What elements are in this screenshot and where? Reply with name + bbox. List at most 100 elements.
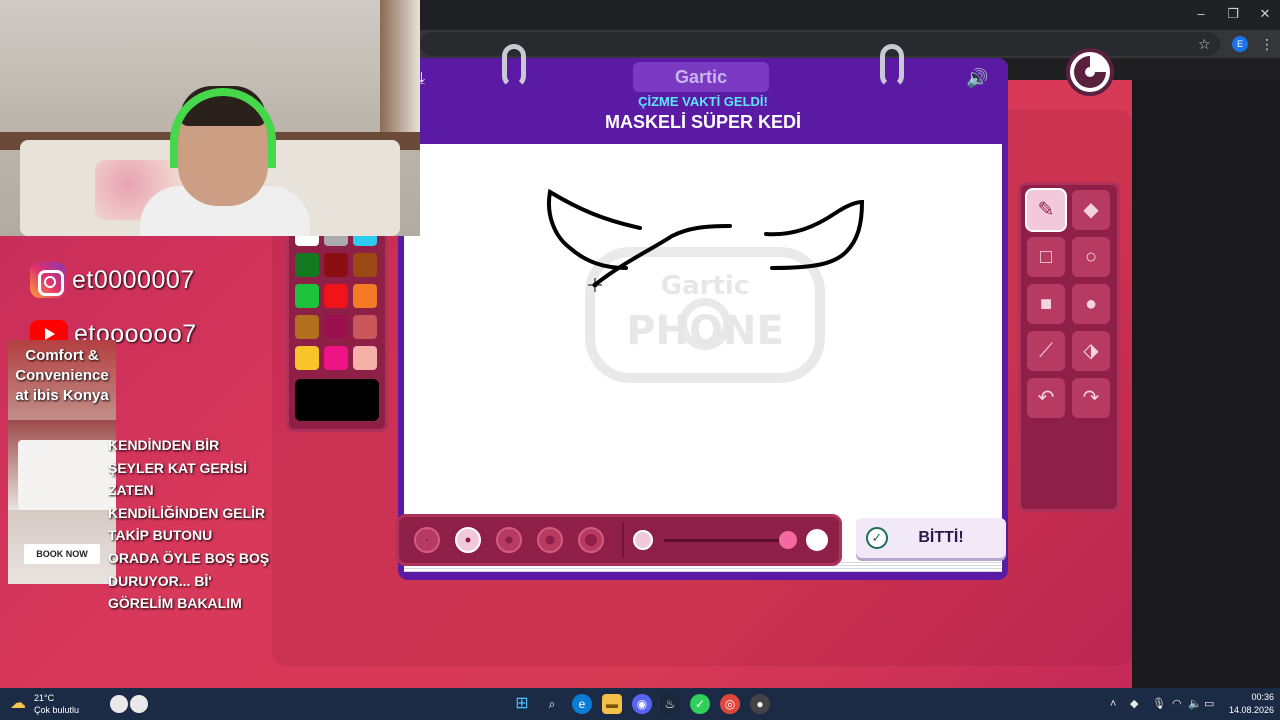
wifi-icon[interactable]: ◠	[1172, 696, 1182, 712]
book-now-button[interactable]: BOOK NOW	[24, 544, 100, 564]
redo-tool-icon[interactable]: ↷	[1072, 378, 1110, 418]
chevron-up-icon[interactable]: ˄	[1110, 696, 1116, 712]
color-swatch[interactable]	[353, 346, 377, 370]
widget-icon[interactable]	[110, 695, 128, 713]
restore-icon[interactable]: ❐	[1218, 4, 1248, 24]
chat-line: TAKİP BUTONU	[108, 527, 213, 544]
chat-line: KENDİNDEN BİR	[108, 437, 220, 453]
chat-line: DURUYOR... Bİ'	[108, 572, 212, 589]
gartic-phone-watermark: Gartic PHONE	[585, 247, 825, 383]
webcam-overlay	[0, 0, 420, 236]
chat-message: KENDİNDEN BİR ŞEYLER KAT GERİSİ ZATEN KE…	[108, 434, 278, 615]
opacity-slider-handle[interactable]	[779, 531, 797, 549]
color-swatch[interactable]	[353, 315, 377, 339]
ad-headline: Comfort & Convenience at ibis Konya	[15, 347, 109, 404]
gartic-logo: Gartic	[633, 62, 769, 92]
eraser-tool-icon[interactable]: ◆	[1072, 190, 1110, 230]
notebook-ring-left	[502, 44, 526, 88]
brush-size-dot	[426, 539, 428, 541]
color-swatch[interactable]	[295, 346, 319, 370]
opacity-slider-track[interactable]	[664, 539, 784, 542]
brush-size-option[interactable]	[496, 527, 522, 553]
brush-size-option[interactable]	[414, 527, 440, 553]
file-explorer-icon[interactable]: ▬	[602, 694, 622, 714]
app-icon[interactable]: ✓	[690, 694, 710, 714]
canvas-drawing: Gartic PHONE	[547, 188, 865, 383]
chat-line: GÖRELİM BAKALIM	[108, 595, 242, 612]
battery-icon[interactable]: ▭	[1204, 696, 1214, 712]
tray-app-icon[interactable]: ◆	[1130, 696, 1138, 712]
steam-icon[interactable]: ♨	[660, 694, 680, 714]
webcam-window	[380, 0, 420, 140]
weather-cloud-icon[interactable]: ☁	[10, 694, 30, 714]
color-swatch[interactable]	[324, 315, 348, 339]
clock-date[interactable]: 14.08.2026	[1222, 705, 1274, 715]
clock-time[interactable]: 00:36	[1230, 692, 1274, 702]
color-swatch[interactable]	[324, 284, 348, 308]
minimize-icon[interactable]: –	[1186, 4, 1216, 24]
tool-panel: ✎ ◆ □ ○ ■ ● ⟋ ⬗ ↶ ↷	[1018, 182, 1120, 512]
watermark-phone: PHONE	[626, 308, 784, 354]
ad-bed-image	[18, 440, 116, 510]
color-swatch[interactable]	[353, 284, 377, 308]
board-header: ⤓ Gartic ÇİZME VAKTİ GELDİ! MASKELİ SÜPE…	[398, 58, 1008, 144]
chat-line: ZATEN	[108, 482, 154, 499]
windows-taskbar: ☁ 21°C Çok bulutlu ⊞ ⌕ e ▬ ◉ ♨ ✓ ◎ ● ˄ ◆…	[0, 688, 1280, 720]
color-swatch[interactable]	[353, 253, 377, 277]
volume-icon[interactable]: 🔈	[1188, 696, 1202, 712]
round-subtitle: ÇİZME VAKTİ GELDİ!	[638, 94, 768, 109]
profile-avatar[interactable]: E	[1232, 36, 1248, 52]
ellipse-outline-tool-icon[interactable]: ○	[1072, 237, 1110, 277]
microphone-icon[interactable]: 🎙	[1152, 696, 1166, 712]
brush-size-dot	[465, 537, 471, 543]
timer-center	[1085, 67, 1095, 77]
obs-icon[interactable]: ●	[750, 694, 770, 714]
instagram-icon	[30, 262, 66, 298]
chrome-icon[interactable]: ◎	[720, 694, 740, 714]
brush-divider	[622, 522, 624, 558]
color-swatch[interactable]	[295, 284, 319, 308]
brush-size-option[interactable]	[455, 527, 481, 553]
timer-icon	[1066, 48, 1114, 96]
drawing-canvas[interactable]: Gartic PHONE	[404, 144, 1002, 560]
brush-size-dot	[585, 534, 597, 546]
edge-browser-icon[interactable]: e	[572, 694, 592, 714]
pencil-tool-icon[interactable]: ✎	[1027, 190, 1065, 230]
menu-dots-icon[interactable]: ⋮	[1260, 35, 1274, 53]
drawing-prompt: MASKELİ SÜPER KEDİ	[604, 112, 802, 132]
widget-icon[interactable]	[130, 695, 148, 713]
brush-settings-bar	[396, 514, 842, 566]
rectangle-outline-tool-icon[interactable]: □	[1027, 237, 1065, 277]
chat-line: ORADA ÖYLE BOŞ BOŞ	[108, 549, 270, 566]
discord-icon[interactable]: ◉	[632, 694, 652, 714]
brush-size-option[interactable]	[537, 527, 563, 553]
brush-size-option[interactable]	[578, 527, 604, 553]
notebook-ring-right	[880, 44, 904, 88]
windows-start-icon[interactable]: ⊞	[512, 694, 532, 714]
weather-temperature[interactable]: 21°C	[34, 693, 54, 703]
color-swatch[interactable]	[295, 253, 319, 277]
done-button[interactable]: ✓ BİTTİ!	[856, 518, 1006, 558]
color-swatch[interactable]	[295, 315, 319, 339]
rectangle-filled-tool-icon[interactable]: ■	[1027, 284, 1065, 324]
close-icon[interactable]: ✕	[1250, 4, 1280, 24]
color-swatch[interactable]	[324, 346, 348, 370]
hotel-ad[interactable]: Comfort & Convenience at ibis Konya BOOK…	[8, 340, 116, 584]
chat-line: ŞEYLER KAT GERİSİ	[108, 459, 247, 476]
line-tool-icon[interactable]: ⟋	[1027, 331, 1065, 371]
stroke-right-ear	[764, 199, 865, 270]
brush-size-dot	[545, 535, 555, 545]
done-label: BİTTİ!	[918, 529, 964, 546]
undo-tool-icon[interactable]: ↶	[1027, 378, 1065, 418]
current-color-preview	[295, 379, 379, 421]
ellipse-filled-tool-icon[interactable]: ●	[1072, 284, 1110, 324]
weather-description[interactable]: Çok bulutlu	[34, 705, 79, 715]
search-icon[interactable]: ⌕	[542, 694, 562, 714]
opacity-min-indicator	[633, 530, 653, 550]
sound-icon[interactable]: 🔊	[966, 68, 988, 89]
bookmark-star-icon[interactable]: ☆	[1198, 36, 1211, 52]
watermark-logo: Gartic	[661, 271, 749, 301]
chat-line: KENDİLİĞİNDEN GELİR	[108, 504, 266, 521]
fill-bucket-tool-icon[interactable]: ⬗	[1072, 331, 1110, 371]
color-swatch[interactable]	[324, 253, 348, 277]
